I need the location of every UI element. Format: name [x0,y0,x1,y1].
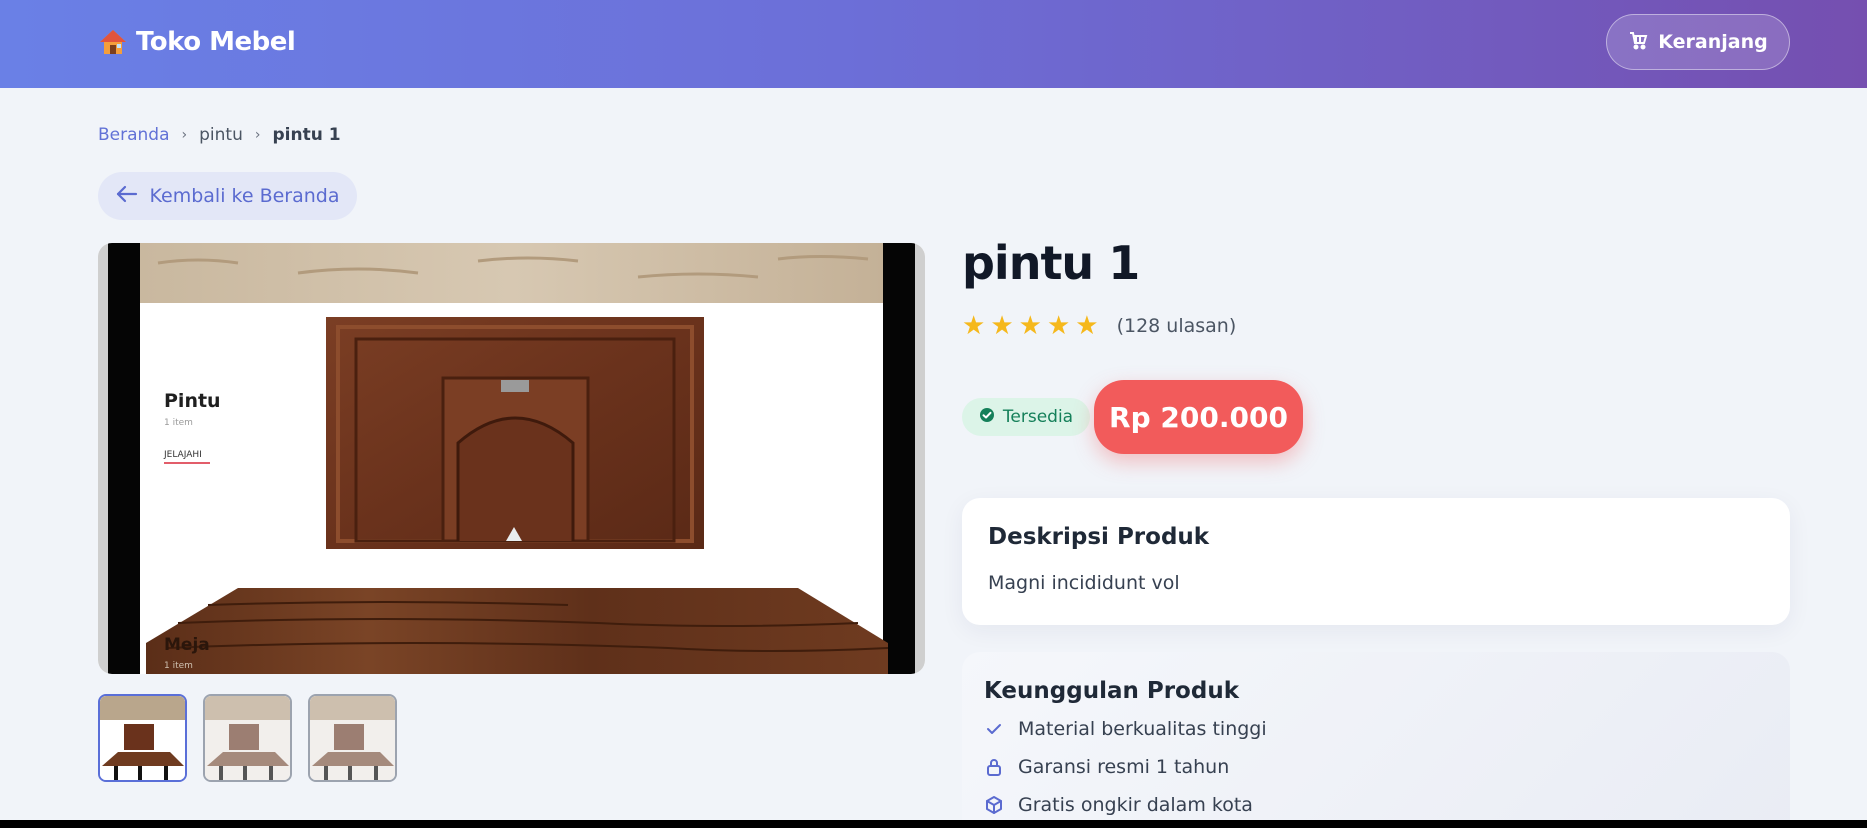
advantage-item: Material berkualitas tinggi [984,716,1768,742]
advantages-list: Material berkualitas tinggi Garansi resm… [984,716,1768,818]
breadcrumb-home[interactable]: Beranda [98,125,170,145]
advantage-label: Gratis ongkir dalam kota [1018,794,1253,816]
check-icon [984,719,1004,739]
thumbnail-strip [98,694,397,782]
advantage-label: Garansi resmi 1 tahun [1018,756,1230,778]
arrow-left-icon [116,185,138,208]
description-heading: Deskripsi Produk [988,524,1210,550]
advantage-item: Gratis ongkir dalam kota [984,792,1768,818]
stock-label: Tersedia [1002,407,1074,427]
thumbnail-1[interactable] [98,694,187,782]
thumbnail-2[interactable] [203,694,292,782]
breadcrumb-current: pintu 1 [272,125,341,145]
image-category-link: JELAJAHI [163,450,202,460]
description-card: Deskripsi Produk Magni incididunt vol [962,498,1790,625]
star-icon: ★ [990,311,1014,341]
house-icon [98,27,128,57]
breadcrumb-category[interactable]: pintu [199,125,243,145]
back-button-label: Kembali ke Beranda [149,185,340,207]
cart-icon [1628,30,1648,55]
review-count: (128 ulasan) [1116,315,1237,337]
cart-button[interactable]: Keranjang [1606,14,1790,70]
thumbnail-3[interactable] [308,694,397,782]
screen-bottom-edge [0,820,1867,828]
lock-icon [984,757,1004,777]
description-text: Magni incididunt vol [988,572,1180,594]
image-second-count: 1 item [164,661,193,671]
main-product-image[interactable]: Pintu 1 item JELAJAHI Meja 1 item [98,243,925,674]
brand-name: Toko Mebel [136,27,296,57]
breadcrumb: Beranda › pintu › pintu 1 [98,122,341,148]
advantage-item: Garansi resmi 1 tahun [984,754,1768,780]
chevron-right-icon: › [181,127,188,143]
brand-logo[interactable]: Toko Mebel [98,24,296,60]
chevron-right-icon: › [254,127,261,143]
product-title: pintu 1 [962,236,1140,290]
product-rating: ★ ★ ★ ★ ★ (128 ulasan) [962,310,1236,342]
top-navbar: Toko Mebel Keranjang [0,0,1867,88]
stock-badge: Tersedia [962,398,1090,436]
cart-label: Keranjang [1658,31,1768,53]
star-icon: ★ [1018,311,1042,341]
star-icon: ★ [962,311,986,341]
product-price: Rp 200.000 [1094,380,1303,454]
advantages-card: Keunggulan Produk Material berkualitas t… [962,652,1790,828]
advantage-label: Material berkualitas tinggi [1018,718,1267,740]
advantages-heading: Keunggulan Produk [984,678,1239,704]
box-icon [984,795,1004,815]
image-category-title: Pintu [164,390,221,412]
image-category-count: 1 item [164,418,193,428]
star-icon: ★ [1046,311,1071,341]
rating-stars: ★ ★ ★ ★ ★ [962,311,1099,341]
image-second-title: Meja [164,635,210,655]
star-icon: ★ [1075,311,1099,341]
check-circle-icon [979,407,995,428]
back-to-home-button[interactable]: Kembali ke Beranda [98,172,357,220]
